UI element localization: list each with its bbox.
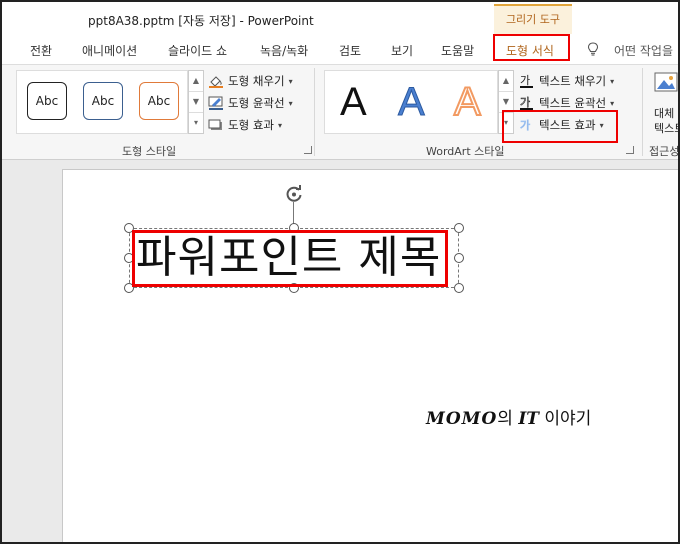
svg-text:가: 가 xyxy=(520,96,530,109)
resize-handle-right[interactable] xyxy=(454,253,464,263)
title-bar: ppt8A38.pptm [자동 저장] - PowerPoint 그리기 도구 xyxy=(2,2,678,34)
text-outline-icon: 가 xyxy=(520,96,533,110)
alt-text-line2: 텍스트 xyxy=(654,122,678,135)
text-outline-label: 텍스트 윤곽선 xyxy=(539,96,607,110)
resize-handle-top-right[interactable] xyxy=(454,223,464,233)
group-separator xyxy=(314,68,315,156)
shape-style-gallery-scroll[interactable]: ▲ ▼ ▾ xyxy=(188,70,204,134)
ribbon-tabs: 전환 애니메이션 슬라이드 쇼 녹음/녹화 검토 보기 도움말 도형 서식 xyxy=(2,34,678,64)
alt-text-button[interactable]: 대체텍스트 xyxy=(646,72,678,138)
chevron-down-icon: ▾ xyxy=(610,98,615,108)
watermark-brand: MOMO xyxy=(426,409,498,429)
shape-styles-group-label: 도형 스타일 xyxy=(122,145,177,158)
shape-fill-button[interactable]: 도형 채우기 ▾ xyxy=(208,72,293,90)
gallery-more-icon[interactable]: ▾ xyxy=(189,113,203,134)
scroll-up-icon[interactable]: ▲ xyxy=(189,71,203,92)
alt-text-label: 대체텍스트 xyxy=(654,106,678,136)
wordart-style-orange[interactable]: A xyxy=(453,78,482,126)
watermark-it: IT xyxy=(518,409,539,429)
text-fill-label: 텍스트 채우기 xyxy=(539,74,607,88)
resize-handle-bottom-right[interactable] xyxy=(454,283,464,293)
tab-animations[interactable]: 애니메이션 xyxy=(82,42,137,59)
tab-view[interactable]: 보기 xyxy=(391,42,413,59)
wordart-dialog-launcher-icon[interactable] xyxy=(626,146,634,154)
context-group-label: 그리기 도구 xyxy=(505,13,561,26)
title-highlight xyxy=(132,230,448,287)
shape-fill-label: 도형 채우기 xyxy=(228,74,285,88)
shape-style-orange[interactable]: Abc xyxy=(139,82,179,120)
slide-canvas[interactable] xyxy=(62,169,678,542)
chevron-down-icon: ▾ xyxy=(277,120,282,130)
text-fill-icon: 가 xyxy=(520,74,533,88)
shape-outline-label: 도형 윤곽선 xyxy=(228,96,285,110)
shape-style-blue[interactable]: Abc xyxy=(83,82,123,120)
paint-bucket-icon xyxy=(209,76,223,88)
wordart-style-black[interactable]: A xyxy=(340,78,367,126)
chevron-down-icon: ▾ xyxy=(288,98,293,108)
text-fill-button[interactable]: 가 텍스트 채우기 ▾ xyxy=(519,72,614,90)
watermark-tail: 이야기 xyxy=(538,409,592,429)
shape-style-black[interactable]: Abc xyxy=(27,82,67,120)
tab-transitions[interactable]: 전환 xyxy=(30,42,52,59)
image-icon xyxy=(654,72,678,92)
group-separator xyxy=(642,68,643,156)
chevron-down-icon: ▾ xyxy=(610,76,615,86)
text-effects-highlight xyxy=(502,110,618,143)
app-window: ppt8A38.pptm [자동 저장] - PowerPoint 그리기 도구… xyxy=(0,0,680,544)
watermark-particle: 의 xyxy=(497,409,519,429)
shape-effects-label: 도형 효과 xyxy=(228,118,274,132)
wordart-style-blue[interactable]: A xyxy=(398,78,426,126)
shape-format-tab-highlight xyxy=(493,34,570,61)
alt-text-line1: 대체 xyxy=(654,107,675,120)
shape-effects-button[interactable]: 도형 효과 ▾ xyxy=(208,116,282,134)
wordart-group-label: WordArt 스타일 xyxy=(426,145,505,158)
scroll-down-icon[interactable]: ▼ xyxy=(189,92,203,113)
accessibility-group-label: 접근성 xyxy=(649,145,680,158)
shape-outline-button[interactable]: 도형 윤곽선 ▾ xyxy=(208,94,293,112)
chevron-down-icon: ▾ xyxy=(288,76,293,86)
tab-slideshow[interactable]: 슬라이드 쇼 xyxy=(168,42,227,59)
svg-text:가: 가 xyxy=(520,74,530,87)
pencil-icon xyxy=(208,96,223,110)
tell-me-search[interactable]: 어떤 작업을 xyxy=(614,42,673,59)
context-tab-group: 그리기 도구 xyxy=(494,4,572,34)
shape-effect-icon xyxy=(208,119,222,130)
scroll-up-icon[interactable]: ▲ xyxy=(499,71,513,92)
rotate-handle-icon[interactable] xyxy=(284,184,304,204)
shape-styles-dialog-launcher-icon[interactable] xyxy=(304,146,312,154)
lightbulb-icon[interactable] xyxy=(587,42,599,56)
tab-recording[interactable]: 녹음/녹화 xyxy=(260,42,308,59)
document-title: ppt8A38.pptm [자동 저장] - PowerPoint xyxy=(88,14,314,28)
tab-review[interactable]: 검토 xyxy=(339,42,361,59)
tab-help[interactable]: 도움말 xyxy=(441,42,474,59)
watermark: MOMO의 IT 이야기 xyxy=(426,404,591,429)
